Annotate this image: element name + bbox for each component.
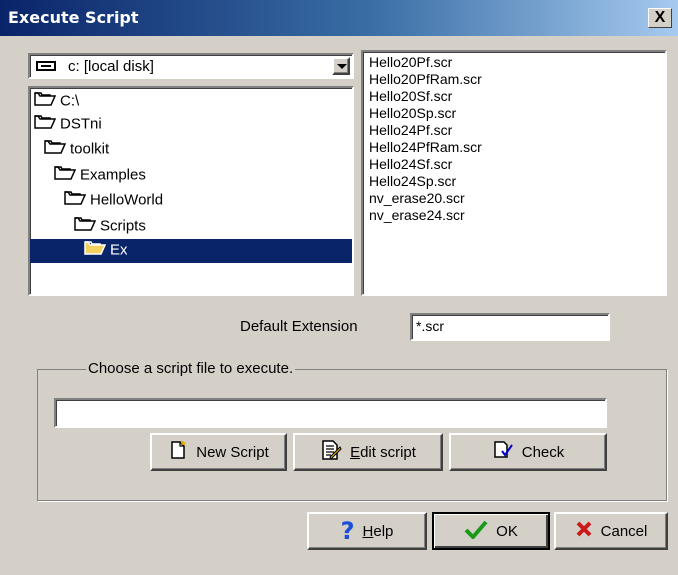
drive-label: c: [local disk] bbox=[68, 58, 154, 75]
dir-item-dstni[interactable]: DSTni bbox=[34, 113, 102, 137]
open-folder-icon bbox=[54, 164, 77, 187]
default-extension-input[interactable]: *.scr bbox=[410, 313, 610, 341]
dir-item-helloworld[interactable]: HelloWorld bbox=[64, 189, 163, 213]
dir-label: Ex bbox=[110, 241, 128, 259]
dir-item-scripts[interactable]: Scripts bbox=[74, 215, 146, 239]
file-item[interactable]: Hello20PfRam.scr bbox=[369, 71, 482, 88]
file-item[interactable]: nv_erase24.scr bbox=[369, 207, 465, 224]
ok-label: OK bbox=[496, 522, 518, 540]
red-x-icon bbox=[575, 520, 593, 542]
new-script-button[interactable]: New Script bbox=[150, 433, 287, 471]
open-folder-icon bbox=[34, 90, 57, 113]
default-extension-value: *.scr bbox=[416, 318, 444, 334]
edit-script-button[interactable]: Edit script bbox=[293, 433, 443, 471]
checkmark-icon bbox=[464, 519, 488, 543]
help-label: Help bbox=[362, 522, 394, 540]
new-script-label: New Script bbox=[196, 443, 269, 461]
question-mark-icon: ? bbox=[340, 517, 355, 545]
script-file-input[interactable] bbox=[54, 398, 607, 428]
file-item[interactable]: nv_erase20.scr bbox=[369, 190, 465, 207]
file-item[interactable]: Hello20Pf.scr bbox=[369, 54, 452, 71]
file-item[interactable]: Hello24Sf.scr bbox=[369, 156, 452, 173]
new-document-icon bbox=[168, 440, 188, 464]
drive-icon bbox=[36, 61, 56, 71]
dir-item-examples[interactable]: Examples bbox=[54, 164, 146, 188]
open-folder-icon bbox=[64, 189, 87, 212]
file-list[interactable]: Hello20Pf.scr Hello20PfRam.scr Hello20Sf… bbox=[361, 50, 667, 296]
dir-label: C:\ bbox=[60, 92, 80, 110]
group-legend: Choose a script file to execute. bbox=[86, 360, 296, 377]
dir-label: toolkit bbox=[70, 140, 110, 158]
dir-label: Examples bbox=[80, 166, 146, 184]
check-document-icon bbox=[492, 440, 514, 464]
help-button[interactable]: ? Help bbox=[307, 512, 427, 550]
window-title: Execute Script bbox=[8, 8, 139, 27]
default-extension-label: Default Extension bbox=[240, 318, 358, 335]
file-item[interactable]: Hello20Sf.scr bbox=[369, 88, 452, 105]
edit-script-label: Edit script bbox=[350, 443, 416, 461]
dir-label: Scripts bbox=[100, 217, 146, 235]
dir-item-ex[interactable]: Ex bbox=[30, 239, 352, 263]
edit-document-icon bbox=[320, 439, 342, 465]
chevron-down-icon[interactable] bbox=[332, 57, 350, 75]
dir-item-c[interactable]: C:\ bbox=[34, 90, 79, 114]
dir-item-toolkit[interactable]: toolkit bbox=[44, 138, 109, 162]
file-item[interactable]: Hello24PfRam.scr bbox=[369, 139, 482, 156]
drive-select[interactable]: c: [local disk] bbox=[28, 53, 354, 79]
dir-label: HelloWorld bbox=[90, 191, 164, 209]
check-label: Check bbox=[521, 443, 565, 461]
check-button[interactable]: Check bbox=[449, 433, 607, 471]
directory-list[interactable]: C:\ DSTni toolkit Examples HelloWorld Sc… bbox=[28, 86, 354, 296]
ok-button[interactable]: OK bbox=[432, 512, 550, 550]
file-item[interactable]: Hello20Sp.scr bbox=[369, 105, 456, 122]
close-button[interactable]: X bbox=[648, 8, 672, 28]
file-item[interactable]: Hello24Sp.scr bbox=[369, 173, 456, 190]
open-folder-icon bbox=[74, 215, 97, 238]
open-folder-icon bbox=[84, 239, 107, 262]
cancel-label: Cancel bbox=[600, 522, 648, 540]
file-item[interactable]: Hello24Pf.scr bbox=[369, 122, 452, 139]
dir-label: DSTni bbox=[60, 115, 102, 133]
open-folder-icon bbox=[34, 113, 57, 136]
open-folder-icon bbox=[44, 138, 67, 161]
title-bar[interactable]: Execute Script X bbox=[0, 0, 678, 36]
cancel-button[interactable]: Cancel bbox=[554, 512, 668, 550]
